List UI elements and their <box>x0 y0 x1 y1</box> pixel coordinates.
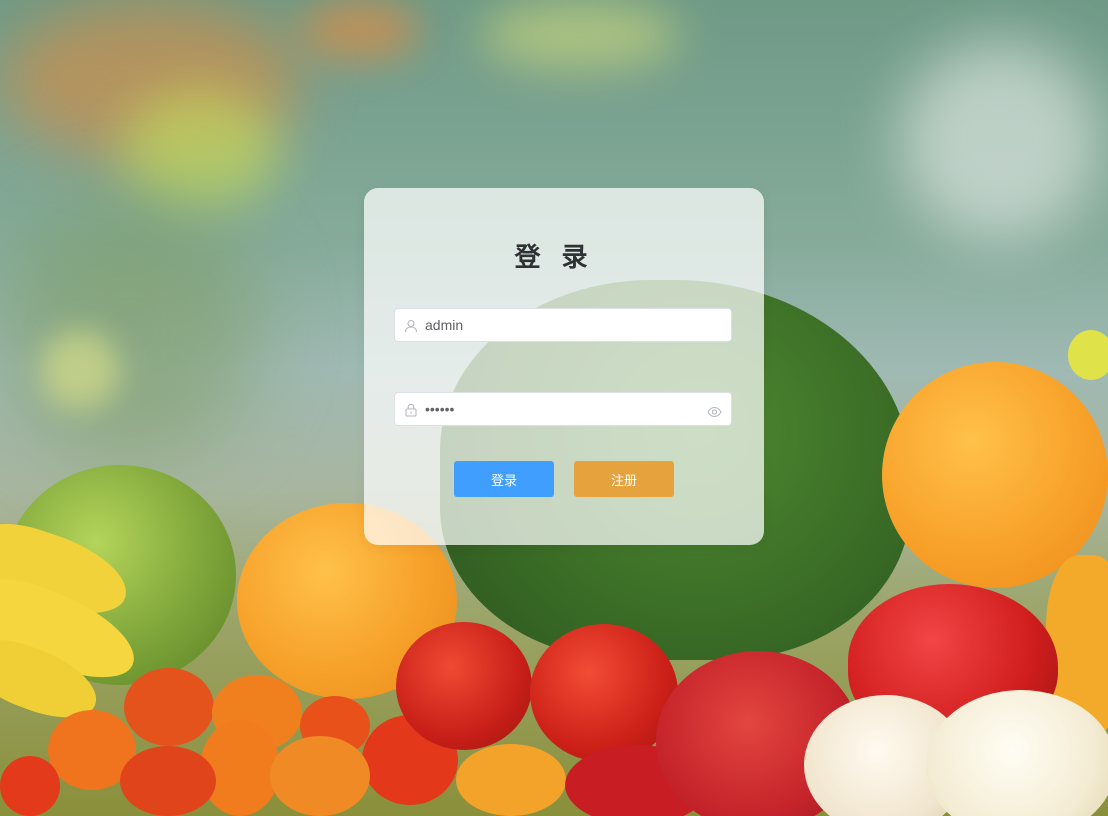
lock-icon <box>404 402 418 417</box>
eye-icon[interactable] <box>707 403 722 418</box>
username-field[interactable] <box>394 308 732 342</box>
user-icon <box>404 318 418 333</box>
password-input[interactable] <box>425 393 705 425</box>
password-field[interactable] <box>394 392 732 426</box>
username-input[interactable] <box>425 309 705 341</box>
page-title: 登 录 <box>514 243 594 273</box>
register-button[interactable]: 注册 <box>574 461 674 497</box>
login-button[interactable]: 登录 <box>454 461 554 497</box>
